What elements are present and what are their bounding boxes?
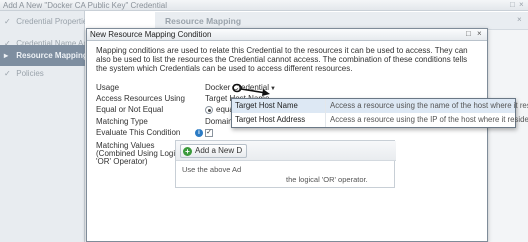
dropdown-option-target-host-name[interactable]: Target Host Name Access a resource using…	[232, 99, 528, 113]
panel-title: Resource Mapping	[165, 16, 242, 26]
outer-restore-icon[interactable]: □	[510, 0, 515, 9]
dropdown-column-divider	[325, 99, 326, 127]
outer-window-title: Add A New "Docker CA Public Key" Credent…	[3, 1, 167, 10]
dialog-description: Mapping conditions are used to relate th…	[96, 46, 468, 73]
add-value-label: Add a New D	[195, 146, 243, 155]
restore-icon[interactable]: □	[466, 29, 471, 38]
info-icon[interactable]: i	[195, 129, 203, 137]
usage-label: Usage	[96, 83, 120, 92]
close-icon[interactable]: ×	[477, 29, 482, 38]
sidebar-item-policies[interactable]: ✓ Policies	[0, 63, 85, 84]
evaluate-label: Evaluate This Condition	[96, 128, 181, 137]
option-name: Target Host Name	[235, 101, 298, 110]
grid-empty-message-line2: the logical 'OR' operator.	[286, 175, 368, 184]
grid-empty-message: Use the above Ad	[182, 165, 242, 174]
equal-label: Equal or Not Equal	[96, 105, 164, 114]
wizard-sidebar: ✓ Credential Properties ✓ Credential Nam…	[0, 11, 85, 242]
matching-values-grid: + Add a New D Use the above Ad the logic…	[175, 140, 396, 188]
option-name: Target Host Address	[235, 115, 306, 124]
evaluate-checkbox[interactable]: ✓	[205, 129, 213, 137]
sidebar-item-label: Resource Mapping	[16, 51, 85, 60]
radio-equals[interactable]	[205, 106, 213, 114]
outer-window-titlebar: Add A New "Docker CA Public Key" Credent…	[0, 0, 528, 11]
dialog-title: New Resource Mapping Condition	[90, 30, 212, 39]
sidebar-item-label: Credential Properties	[16, 17, 85, 26]
dropdown-option-target-host-address[interactable]: Target Host Address Access a resource us…	[232, 113, 528, 127]
sidebar-item-credential-properties[interactable]: ✓ Credential Properties	[0, 11, 85, 32]
outer-close-icon[interactable]: ×	[519, 0, 524, 9]
panel-close-icon[interactable]: ×	[517, 15, 522, 24]
add-icon: +	[183, 147, 192, 156]
check-icon: ✓	[4, 69, 11, 78]
matching-values-label-line3: 'OR' Operator)	[96, 157, 148, 166]
check-icon: ✓	[4, 17, 11, 26]
sidebar-item-label: Policies	[16, 69, 44, 78]
access-resources-dropdown: Target Host Name Access a resource using…	[231, 98, 528, 128]
pointer-arrow-icon	[232, 83, 270, 96]
new-resource-mapping-dialog: New Resource Mapping Condition □ × Mappi…	[86, 28, 488, 242]
option-description: Access a resource using the IP of the ho…	[330, 115, 528, 124]
matching-type-label: Matching Type	[96, 117, 148, 126]
dialog-titlebar: New Resource Mapping Condition □ ×	[87, 29, 487, 41]
option-description: Access a resource using the name of the …	[330, 101, 528, 110]
access-resources-label: Access Resources Using	[96, 94, 185, 103]
grid-toolbar: + Add a New D	[176, 141, 396, 161]
add-value-button[interactable]: + Add a New D	[180, 144, 248, 158]
